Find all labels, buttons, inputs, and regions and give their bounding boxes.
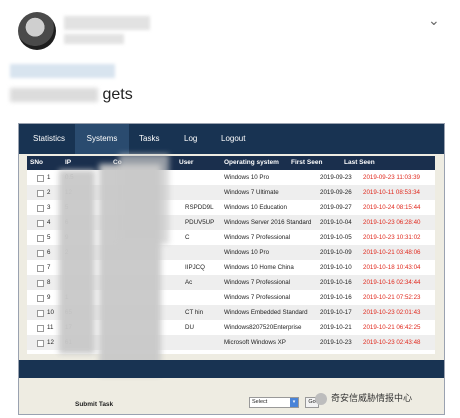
watermark-text: 奇安信威胁情报中心: [331, 393, 413, 403]
cell-sno: 12: [47, 339, 54, 346]
cell-os: Windows 10 Home China: [224, 264, 294, 271]
cell-user: RSPDD9L: [185, 204, 214, 211]
cell-os: Windows8207520Enterprise: [224, 324, 302, 331]
row-checkbox[interactable]: [37, 235, 44, 242]
cell-os: Windows 10 Pro: [224, 174, 270, 181]
cell-os: Windows 10 Pro: [224, 249, 270, 256]
wechat-icon: [315, 392, 327, 405]
chevron-down-icon: ▾: [290, 398, 298, 407]
cell-os: Windows Embedded Standard: [224, 309, 308, 316]
cell-last-seen: 2019-10-11 08:53:34: [363, 189, 420, 196]
blurred-username: [64, 16, 150, 30]
chevron-down-icon[interactable]: ⌄: [428, 12, 440, 29]
cell-sno: 11: [47, 324, 54, 331]
cell-user: DU: [185, 324, 194, 331]
cell-last-seen: 2019-10-23 10:31:02: [363, 234, 421, 241]
panel-screenshot: Statistics Systems Tasks Log Logout SNo …: [18, 123, 445, 415]
col-last-seen: Last Seen: [344, 159, 375, 166]
blurred-words: [10, 87, 98, 102]
cell-sno: 3: [47, 204, 51, 211]
cell-os: Windows 7 Professional: [224, 279, 291, 286]
cell-last-seen: 2019-10-16 02:34:44: [363, 279, 421, 286]
cell-os: Windows 7 Professional: [224, 234, 291, 241]
cell-user: CT hin: [185, 309, 204, 316]
cell-last-seen: 2019-10-24 08:15:44: [363, 204, 421, 211]
row-checkbox[interactable]: [37, 175, 44, 182]
row-checkbox[interactable]: [37, 190, 44, 197]
col-user: User: [179, 159, 194, 166]
cell-sno: 7: [47, 264, 51, 271]
cell-sno: 10: [47, 309, 54, 316]
cell-os: Windows Server 2016 Standard: [224, 219, 312, 226]
cell-first-seen: 2019-09-27: [320, 204, 352, 211]
cell-user: IIPJCQ: [185, 264, 205, 271]
redaction-mask: [119, 154, 169, 244]
row-checkbox[interactable]: [37, 205, 44, 212]
cell-first-seen: 2019-10-16: [320, 279, 352, 286]
cell-last-seen: 2019-10-23 02:01:43: [363, 309, 421, 316]
submit-task-label: Submit Task: [75, 401, 114, 408]
watermark: 奇安信威胁情报中心: [315, 391, 412, 405]
redaction-mask: [59, 170, 95, 354]
cell-sno: 5: [47, 234, 51, 241]
cell-last-seen: 2019-10-21 06:42:25: [363, 324, 421, 331]
cell-last-seen: 2019-10-21 07:52:23: [363, 294, 421, 301]
col-first-seen: First Seen: [291, 159, 323, 166]
cell-sno: 8: [47, 279, 51, 286]
cell-sno: 4: [47, 219, 51, 226]
tab-logout[interactable]: Logout: [213, 124, 253, 154]
row-checkbox[interactable]: [37, 265, 44, 272]
blurred-mention: [10, 64, 115, 78]
tab-statistics[interactable]: Statistics: [25, 124, 73, 154]
col-ip: IP: [65, 159, 72, 166]
col-os: Operating system: [224, 159, 279, 166]
cell-first-seen: 2019-10-17: [320, 309, 352, 316]
cell-first-seen: 2019-10-04: [320, 219, 352, 226]
task-select-value: Select: [252, 399, 268, 405]
cell-first-seen: 2019-10-23: [320, 339, 352, 346]
row-checkbox[interactable]: [37, 295, 44, 302]
cell-os: Windows 7 Ultimate: [224, 189, 279, 196]
cell-last-seen: 2019-10-18 10:43:04: [363, 264, 421, 271]
cell-os: Windows 7 Professional: [224, 294, 291, 301]
cell-sno: 2: [47, 189, 51, 196]
cell-user: C: [185, 234, 190, 241]
row-checkbox[interactable]: [37, 280, 44, 287]
tweet-visible-word: gets: [102, 86, 133, 103]
cell-first-seen: 2019-10-05: [320, 234, 352, 241]
cell-os: Windows 10 Education: [224, 204, 287, 211]
cell-last-seen: 2019-10-21 03:48:06: [363, 249, 421, 256]
row-checkbox[interactable]: [37, 325, 44, 332]
cell-sno: 1: [47, 174, 51, 181]
row-checkbox[interactable]: [37, 250, 44, 257]
cell-last-seen: 2019-10-23 02:43:48: [363, 339, 421, 346]
cell-first-seen: 2019-10-10: [320, 264, 352, 271]
cell-first-seen: 2019-10-09: [320, 249, 352, 256]
cell-first-seen: 2019-10-21: [320, 324, 352, 331]
avatar[interactable]: [18, 12, 56, 50]
row-checkbox[interactable]: [37, 220, 44, 227]
tweet-text: gets: [10, 86, 133, 104]
row-checkbox[interactable]: [37, 340, 44, 347]
cell-sno: 9: [47, 294, 51, 301]
footer-bar: [19, 360, 444, 378]
nav-bar: Statistics Systems Tasks Log Logout: [19, 124, 444, 154]
cell-last-seen: 2019-10-23 06:28:40: [363, 219, 421, 226]
cell-user: PDUV5UP: [185, 219, 215, 226]
cell-last-seen: 2019-09-23 11:03:39: [363, 174, 420, 181]
tab-log[interactable]: Log: [176, 124, 205, 154]
table-header: SNo IP Co User Operating system First Se…: [27, 156, 435, 170]
row-checkbox[interactable]: [37, 310, 44, 317]
cell-first-seen: 2019-10-16: [320, 294, 352, 301]
tab-tasks[interactable]: Tasks: [131, 124, 167, 154]
cell-first-seen: 2019-09-26: [320, 189, 352, 196]
cell-os: Microsoft Windows XP: [224, 339, 286, 346]
cell-user: Ac: [185, 279, 193, 286]
task-select[interactable]: Select ▾: [249, 397, 299, 408]
cell-first-seen: 2019-09-23: [320, 174, 352, 181]
blurred-handle: [64, 34, 124, 44]
cell-sno: 6: [47, 249, 51, 256]
col-sno: SNo: [30, 159, 43, 166]
tab-systems[interactable]: Systems: [75, 124, 129, 154]
